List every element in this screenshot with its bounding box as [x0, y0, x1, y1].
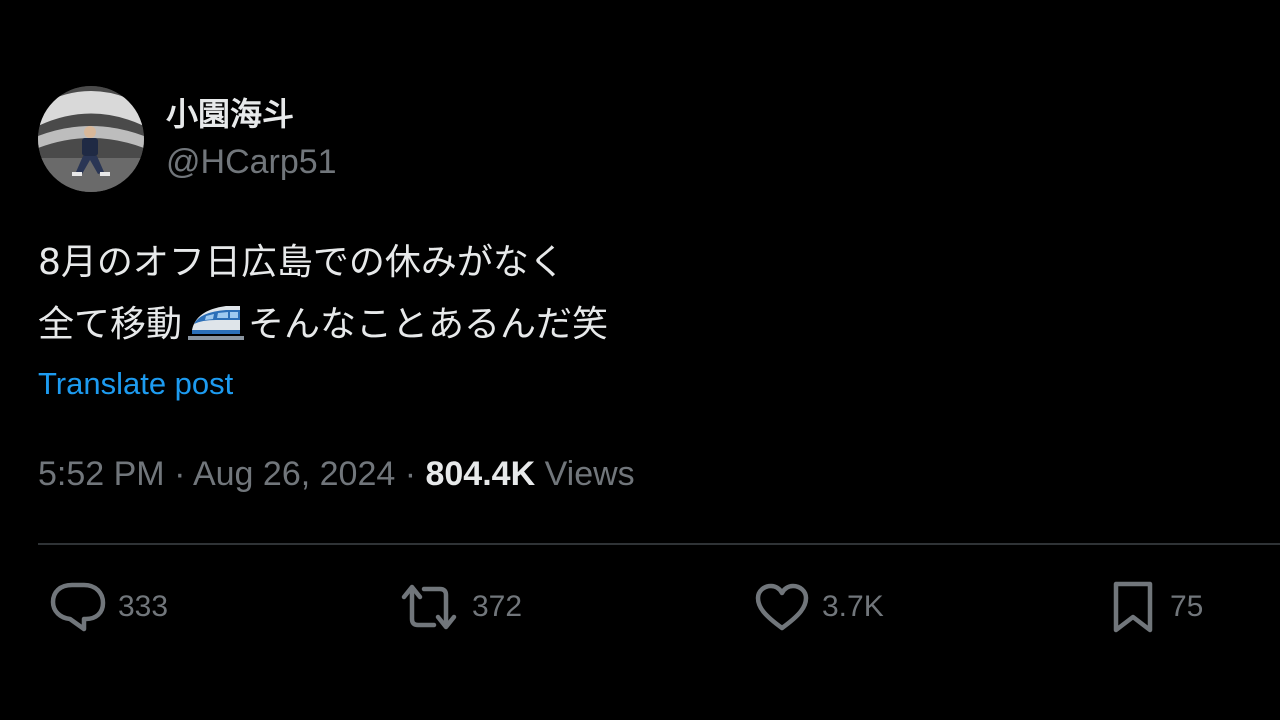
heart-icon	[754, 582, 810, 632]
reply-button[interactable]: 333	[50, 580, 168, 634]
tweet-text-line-2-after: そんなことあるんだ笑	[248, 304, 609, 345]
avatar[interactable]	[38, 86, 144, 192]
tweet-header: 小園海斗 @HCarp51	[38, 86, 337, 192]
reply-icon	[50, 581, 106, 633]
translate-post-link[interactable]: Translate post	[38, 364, 233, 404]
divider	[38, 543, 1280, 545]
bookmark-icon	[1108, 580, 1158, 634]
user-handle[interactable]: @HCarp51	[166, 140, 337, 184]
meta-separator: ·	[395, 455, 426, 493]
tweet-text: 8月のオフ日広島での休みがなく 全て移動 そんなことあるんだ笑	[38, 232, 608, 356]
bookmark-button[interactable]: 75	[1108, 580, 1203, 634]
views-label: Views	[535, 455, 635, 493]
user-names: 小園海斗 @HCarp51	[166, 94, 337, 184]
avatar-image	[38, 86, 144, 192]
tweet-meta: 5:52 PM · Aug 26, 2024 · 804.4K Views	[38, 452, 635, 496]
views-count[interactable]: 804.4K	[425, 455, 535, 493]
display-name[interactable]: 小園海斗	[166, 94, 337, 134]
bullet-train-icon	[186, 300, 245, 344]
tweet-time[interactable]: 5:52 PM	[38, 455, 165, 493]
like-button[interactable]: 3.7K	[754, 580, 884, 634]
tweet-text-line-2-before: 全て移動	[38, 304, 183, 345]
bookmark-count: 75	[1170, 590, 1204, 623]
like-count: 3.7K	[822, 590, 884, 623]
reply-count: 333	[118, 590, 169, 623]
repost-count: 372	[472, 590, 523, 623]
tweet-text-line-1: 8月のオフ日広島での休みがなく	[38, 242, 565, 283]
tweet-text-line-2: 全て移動 そんなことあるんだ笑	[38, 294, 608, 356]
tweet-page: 小園海斗 @HCarp51 8月のオフ日広島での休みがなく 全て移動 そんなこと…	[0, 0, 1280, 720]
meta-separator: ·	[164, 455, 193, 493]
repost-icon	[398, 581, 460, 633]
tweet-date[interactable]: Aug 26, 2024	[193, 455, 395, 493]
repost-button[interactable]: 372	[398, 580, 522, 634]
